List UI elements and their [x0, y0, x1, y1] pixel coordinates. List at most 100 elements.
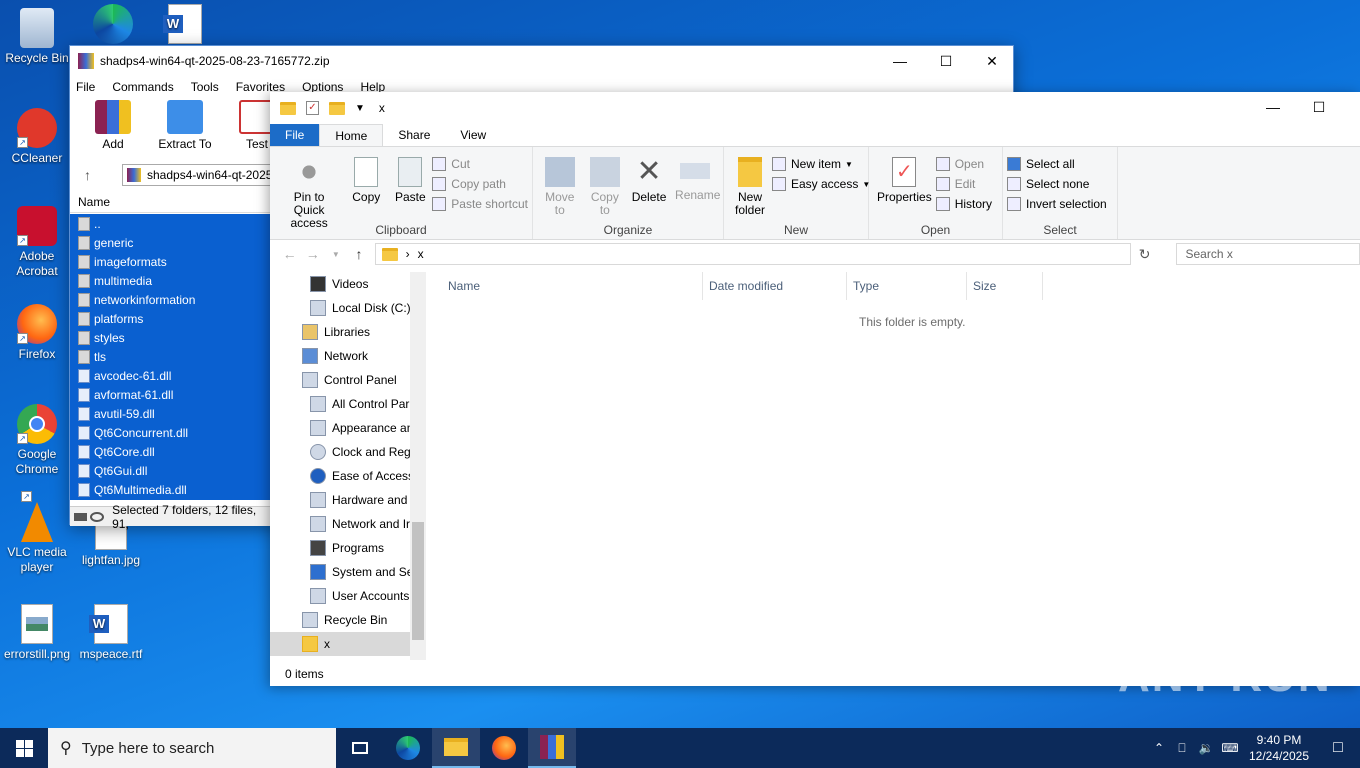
nav-item-videos[interactable]: Videos	[270, 272, 426, 296]
search-input[interactable]: Search x	[1176, 243, 1360, 265]
taskbar-edge[interactable]	[384, 728, 432, 768]
up-arrow-icon[interactable]: ↑	[347, 246, 370, 262]
desktop-icon-chrome[interactable]: ↗ Google Chrome	[2, 404, 72, 477]
list-item[interactable]: Qt6Concurrent.dll	[70, 423, 270, 442]
winrar-file-list[interactable]: .. generic imageformats multimedia netwo…	[70, 214, 270, 500]
winrar-column-name[interactable]: Name	[70, 191, 270, 213]
taskbar-file-explorer[interactable]	[432, 728, 480, 768]
select-all-button[interactable]: Select all	[1007, 157, 1107, 171]
list-item[interactable]: styles	[70, 328, 270, 347]
properties-qat-icon[interactable]: ✓	[306, 101, 319, 115]
column-type[interactable]: Type	[847, 272, 967, 300]
list-item[interactable]: generic	[70, 233, 270, 252]
add-button[interactable]: Add	[84, 98, 142, 152]
maximize-button[interactable]: ☐	[923, 46, 969, 76]
close-button[interactable]: ✕	[969, 46, 1015, 76]
qat-dropdown-icon[interactable]: ▼	[355, 103, 365, 114]
desktop-icon-word-doc[interactable]: W	[150, 4, 220, 47]
explorer-minimize-button[interactable]: —	[1250, 92, 1296, 122]
task-view-button[interactable]	[336, 728, 384, 768]
recent-dropdown-icon[interactable]: ▼	[324, 250, 347, 259]
tab-view[interactable]: View	[445, 124, 501, 146]
list-item[interactable]: imageformats	[70, 252, 270, 271]
paste-shortcut-button[interactable]: Paste shortcut	[432, 197, 528, 211]
clock[interactable]: 9:40 PM 12/24/2025	[1242, 732, 1316, 764]
invert-selection-button[interactable]: Invert selection	[1007, 197, 1107, 211]
nav-item-all-control-panel[interactable]: All Control Par	[270, 392, 426, 416]
taskbar-search[interactable]: ⚲ Type here to search	[48, 728, 336, 768]
desktop-icon-errorstill[interactable]: errorstill.png	[2, 604, 72, 662]
refresh-icon[interactable]: ↻	[1139, 246, 1151, 263]
desktop-icon-ccleaner[interactable]: ↗ CCleaner	[2, 108, 72, 166]
column-date-modified[interactable]: Date modified	[703, 272, 847, 300]
desktop-icon-mspeace[interactable]: W mspeace.rtf	[76, 604, 146, 662]
desktop-icon-edge[interactable]	[78, 4, 148, 47]
nav-item-programs[interactable]: Programs	[270, 536, 426, 560]
winrar-path-field[interactable]: shadps4-win64-qt-2025	[122, 164, 282, 186]
nav-item-network[interactable]: Network	[270, 344, 426, 368]
list-item[interactable]: ..	[70, 214, 270, 233]
nav-item-local-disk[interactable]: Local Disk (C:)	[270, 296, 426, 320]
new-item-button[interactable]: New item ▼	[772, 157, 870, 171]
nav-item-x[interactable]: x	[270, 632, 426, 656]
start-button[interactable]	[0, 728, 48, 768]
nav-item-network-internet[interactable]: Network and Ir	[270, 512, 426, 536]
list-item[interactable]: avformat-61.dll	[70, 385, 270, 404]
list-item[interactable]: avcodec-61.dll	[70, 366, 270, 385]
nav-item-appearance[interactable]: Appearance an	[270, 416, 426, 440]
nav-item-system-security[interactable]: System and Se	[270, 560, 426, 584]
column-size[interactable]: Size	[967, 272, 1043, 300]
up-arrow-icon[interactable]: ↑	[84, 167, 91, 183]
menu-tools[interactable]: Tools	[191, 80, 219, 94]
list-item[interactable]: networkinformation	[70, 290, 270, 309]
minimize-button[interactable]: —	[877, 46, 923, 76]
desktop-icon-acrobat[interactable]: ↗ Adobe Acrobat	[2, 206, 72, 279]
history-button[interactable]: History	[935, 197, 992, 211]
nav-item-hardware[interactable]: Hardware and	[270, 488, 426, 512]
open-button[interactable]: Open	[935, 157, 992, 171]
winrar-titlebar[interactable]: shadps4-win64-qt-2025-08-23-7165772.zip	[70, 46, 1013, 76]
list-item[interactable]: Qt6Core.dll	[70, 442, 270, 461]
list-item[interactable]: tls	[70, 347, 270, 366]
extract-to-button[interactable]: Extract To	[156, 98, 214, 152]
menu-commands[interactable]: Commands	[112, 80, 173, 94]
list-item[interactable]: Qt6Gui.dll	[70, 461, 270, 480]
nav-item-recycle-bin[interactable]: Recycle Bin	[270, 608, 426, 632]
show-hidden-icons-icon[interactable]: ⌃	[1148, 741, 1170, 755]
select-none-button[interactable]: Select none	[1007, 177, 1107, 191]
list-item[interactable]: Qt6Multimedia.dll	[70, 480, 270, 499]
explorer-window[interactable]: ✓ ▼ x — ☐ File Home Share View Pin to Qu…	[270, 92, 1360, 686]
list-item[interactable]: multimedia	[70, 271, 270, 290]
desktop-icon-vlc[interactable]: ↗ VLC media player	[2, 491, 72, 575]
network-tray-icon[interactable]: ⎕	[1170, 741, 1194, 756]
nav-item-control-panel[interactable]: Control Panel	[270, 368, 426, 392]
explorer-maximize-button[interactable]: ☐	[1296, 92, 1342, 122]
address-bar[interactable]: › x	[374, 243, 1131, 265]
input-indicator-icon[interactable]: ⌨	[1218, 741, 1242, 755]
tab-file[interactable]: File	[270, 124, 320, 146]
desktop-icon-recycle-bin[interactable]: Recycle Bin	[2, 8, 72, 66]
taskbar-winrar[interactable]	[528, 728, 576, 768]
taskbar-firefox[interactable]	[480, 728, 528, 768]
nav-item-user-accounts[interactable]: User Accounts	[270, 584, 426, 608]
tab-home[interactable]: Home	[319, 124, 384, 146]
back-arrow-icon[interactable]: ←	[278, 246, 301, 262]
scrollbar-thumb[interactable]	[412, 522, 424, 640]
easy-access-button[interactable]: Easy access ▼	[772, 177, 870, 191]
forward-arrow-icon[interactable]: →	[301, 246, 324, 262]
nav-pane-scrollbar[interactable]	[410, 272, 426, 660]
nav-item-libraries[interactable]: Libraries	[270, 320, 426, 344]
copy-path-button[interactable]: Copy path	[432, 177, 528, 191]
desktop-icon-firefox[interactable]: ↗ Firefox	[2, 304, 72, 362]
tab-share[interactable]: Share	[383, 124, 445, 146]
edit-button[interactable]: Edit	[935, 177, 992, 191]
new-folder-qat-icon[interactable]	[329, 101, 345, 115]
nav-item-ease-of-access[interactable]: Ease of Access	[270, 464, 426, 488]
list-item[interactable]: platforms	[70, 309, 270, 328]
menu-file[interactable]: File	[76, 80, 95, 94]
list-item[interactable]: avutil-59.dll	[70, 404, 270, 423]
nav-item-clock-region[interactable]: Clock and Regi	[270, 440, 426, 464]
notifications-icon[interactable]: □	[1316, 739, 1360, 757]
cut-button[interactable]: Cut	[432, 157, 528, 171]
breadcrumb[interactable]: x	[418, 247, 424, 261]
